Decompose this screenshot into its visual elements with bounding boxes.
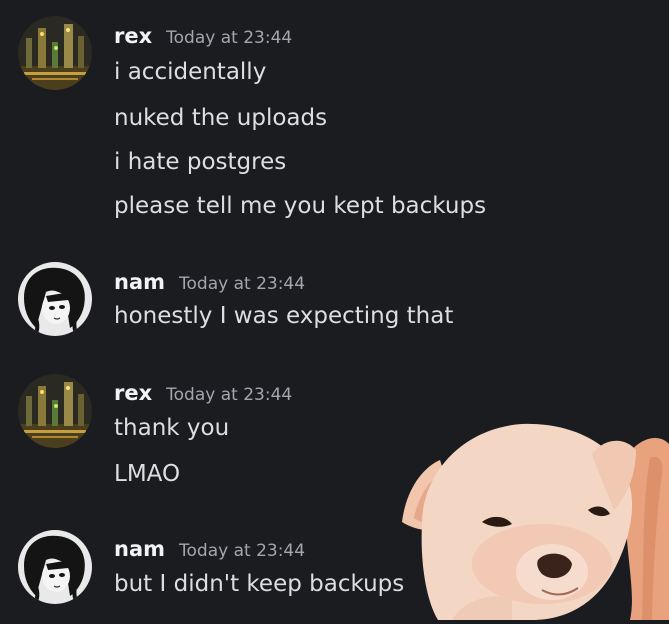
message-text: LMAO: [114, 461, 181, 487]
message-text: but I didn't keep backups: [114, 571, 405, 597]
anime-girl-avatar-icon[interactable]: [18, 530, 92, 604]
message-text: please tell me you kept backups: [114, 193, 487, 219]
message-text: i accidentally: [114, 59, 267, 85]
message-timestamp[interactable]: Today at 23:44: [166, 28, 292, 48]
message-text: honestly I was expecting that: [114, 303, 454, 329]
city-night-avatar-icon[interactable]: [18, 374, 92, 448]
anime-girl-avatar-icon[interactable]: [18, 262, 92, 336]
message-timestamp[interactable]: Today at 23:44: [179, 541, 305, 561]
author-name[interactable]: rex: [114, 24, 152, 48]
author-name[interactable]: nam: [114, 537, 165, 561]
author-name[interactable]: nam: [114, 270, 165, 294]
message-timestamp[interactable]: Today at 23:44: [179, 274, 305, 294]
city-night-avatar-icon[interactable]: [18, 16, 92, 90]
message-text: nuked the uploads: [114, 105, 328, 131]
message-timestamp[interactable]: Today at 23:44: [166, 385, 292, 405]
message-text: i hate postgres: [114, 149, 287, 175]
message-text: thank you: [114, 415, 230, 441]
chat-log: rex Today at 23:44 i accidentally nuked …: [0, 0, 669, 620]
chihuahua-sticker-icon: [392, 414, 669, 620]
author-name[interactable]: rex: [114, 381, 152, 405]
